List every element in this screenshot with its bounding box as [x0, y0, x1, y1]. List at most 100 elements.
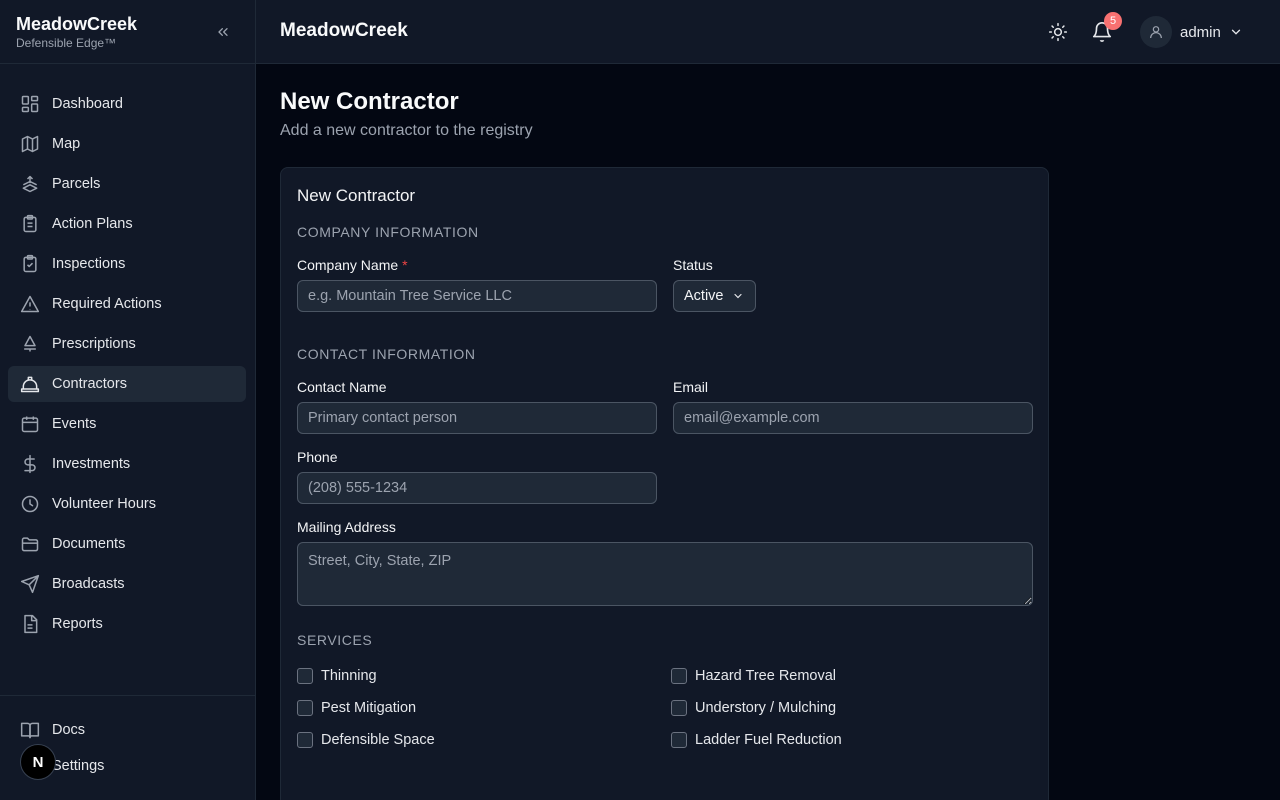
required-marker: *	[402, 257, 408, 273]
service-label: Hazard Tree Removal	[695, 668, 837, 684]
tree-icon	[24, 335, 36, 352]
book-icon	[20, 722, 40, 739]
checkbox[interactable]	[297, 668, 313, 684]
phone-label: Phone	[297, 449, 338, 465]
sidebar-item-label: Prescriptions	[52, 336, 136, 352]
warning-icon	[20, 295, 40, 313]
clipboard-check-icon	[23, 254, 37, 273]
chevron-down-icon	[733, 293, 742, 299]
sidebar-item-broadcasts[interactable]: Broadcasts	[8, 566, 246, 602]
hard-hat-icon	[20, 376, 40, 393]
sidebar-item-label: Inspections	[52, 256, 126, 272]
folder-icon	[21, 537, 39, 552]
dashboard-icon	[21, 95, 39, 113]
parcels-icon	[22, 175, 38, 193]
card-title: New Contractor	[297, 186, 416, 205]
sidebar-item-label: Required Actions	[52, 296, 162, 312]
address-textarea[interactable]	[297, 542, 1033, 606]
service-label: Defensible Space	[321, 732, 435, 748]
clipboard-icon	[23, 214, 37, 233]
dev-tools-badge[interactable]: N	[20, 744, 56, 780]
chevrons-left-icon	[218, 27, 228, 36]
checkbox[interactable]	[297, 700, 313, 716]
sidebar-item-prescriptions[interactable]: Prescriptions	[8, 326, 246, 362]
sun-icon	[1048, 22, 1068, 42]
contractor-form-card: New Contractor COMPANY INFORMATION Compa…	[280, 167, 1049, 800]
topbar: MeadowCreek 5 admin	[256, 0, 1280, 64]
service-checkbox-defensible-space[interactable]: Defensible Space	[297, 732, 435, 748]
checkbox[interactable]	[671, 700, 687, 716]
brand-name: MeadowCreek	[16, 14, 138, 34]
sidebar-item-label: Parcels	[52, 176, 101, 192]
contact-name-input[interactable]	[297, 402, 657, 434]
sidebar-item-dashboard[interactable]: Dashboard	[8, 86, 246, 122]
sidebar-item-label: Events	[52, 416, 97, 432]
sidebar-item-volunteer-hours[interactable]: Volunteer Hours	[8, 486, 246, 522]
sidebar-item-documents[interactable]: Documents	[8, 526, 246, 562]
status-select-value: Active	[684, 288, 724, 304]
service-label: Pest Mitigation	[321, 700, 417, 716]
theme-toggle-button[interactable]	[1048, 22, 1068, 42]
service-checkbox-hazard-tree-removal[interactable]: Hazard Tree Removal	[671, 668, 836, 684]
sidebar-item-map[interactable]: Map	[8, 126, 246, 162]
sidebar-item-label: Investments	[52, 456, 131, 472]
page-title: New Contractor	[280, 88, 459, 115]
service-checkbox-understory-mulching[interactable]: Understory / Mulching	[671, 700, 836, 716]
clock-icon	[21, 495, 39, 513]
service-checkbox-ladder-fuel-reduction[interactable]: Ladder Fuel Reduction	[671, 732, 842, 748]
company-name-label: Company Name *	[297, 257, 408, 273]
sidebar: MeadowCreek Defensible Edge™ Dashboard M…	[0, 0, 256, 800]
sidebar-item-required-actions[interactable]: Required Actions	[8, 286, 246, 322]
contact-name-label: Contact Name	[297, 379, 387, 395]
sidebar-item-label: Action Plans	[52, 216, 133, 232]
service-label: Ladder Fuel Reduction	[695, 732, 842, 748]
avatar	[1140, 16, 1172, 48]
checkbox[interactable]	[671, 732, 687, 748]
company-section-heading: COMPANY INFORMATION	[297, 224, 479, 240]
collapse-sidebar-button[interactable]	[213, 22, 233, 42]
map-icon	[21, 135, 39, 153]
sidebar-item-reports[interactable]: Reports	[8, 606, 246, 642]
sidebar-item-events[interactable]: Events	[8, 406, 246, 442]
sidebar-item-label: Contractors	[52, 376, 127, 392]
sidebar-item-docs[interactable]: Docs	[8, 712, 246, 748]
sidebar-item-label: Map	[52, 136, 81, 152]
email-field[interactable]	[673, 402, 1033, 434]
checkbox[interactable]	[671, 668, 687, 684]
sidebar-item-label: Reports	[52, 616, 103, 632]
sidebar-item-contractors[interactable]: Contractors	[8, 366, 246, 402]
address-label: Mailing Address	[297, 519, 396, 535]
service-label: Understory / Mulching	[695, 700, 837, 716]
send-icon	[20, 574, 40, 594]
contact-section-heading: CONTACT INFORMATION	[297, 346, 476, 362]
user-menu[interactable]: admin	[1140, 16, 1243, 48]
sidebar-item-label: Dashboard	[52, 96, 123, 112]
sidebar-item-action-plans[interactable]: Action Plans	[8, 206, 246, 242]
phone-input[interactable]	[297, 472, 657, 504]
service-label: Thinning	[321, 668, 377, 684]
dollar-icon	[24, 454, 36, 474]
chevron-down-icon	[1231, 29, 1241, 35]
file-text-icon	[24, 614, 38, 634]
company-name-label-text: Company Name	[297, 257, 399, 273]
page-subtitle: Add a new contractor to the registry	[280, 122, 533, 139]
user-icon	[1150, 26, 1162, 39]
sidebar-item-parcels[interactable]: Parcels	[8, 166, 246, 202]
services-section-heading: SERVICES	[297, 632, 373, 648]
service-checkbox-thinning[interactable]: Thinning	[297, 668, 377, 684]
sidebar-nav: Dashboard Map Parcels Action Plans Inspe…	[0, 64, 255, 642]
sidebar-item-label: Docs	[52, 722, 86, 738]
sidebar-item-label: Documents	[52, 536, 126, 552]
notification-count-badge: 5	[1104, 12, 1122, 30]
sidebar-item-label: Volunteer Hours	[52, 496, 156, 512]
checkbox[interactable]	[297, 732, 313, 748]
sidebar-item-investments[interactable]: Investments	[8, 446, 246, 482]
service-checkbox-pest-mitigation[interactable]: Pest Mitigation	[297, 700, 416, 716]
sidebar-item-label: Settings	[52, 758, 105, 774]
sidebar-item-inspections[interactable]: Inspections	[8, 246, 246, 282]
status-select[interactable]: Active	[673, 280, 756, 312]
calendar-icon	[21, 416, 39, 433]
sidebar-item-label: Broadcasts	[52, 576, 125, 592]
brand-tagline: Defensible Edge™	[16, 36, 117, 50]
company-name-input[interactable]	[297, 280, 657, 312]
